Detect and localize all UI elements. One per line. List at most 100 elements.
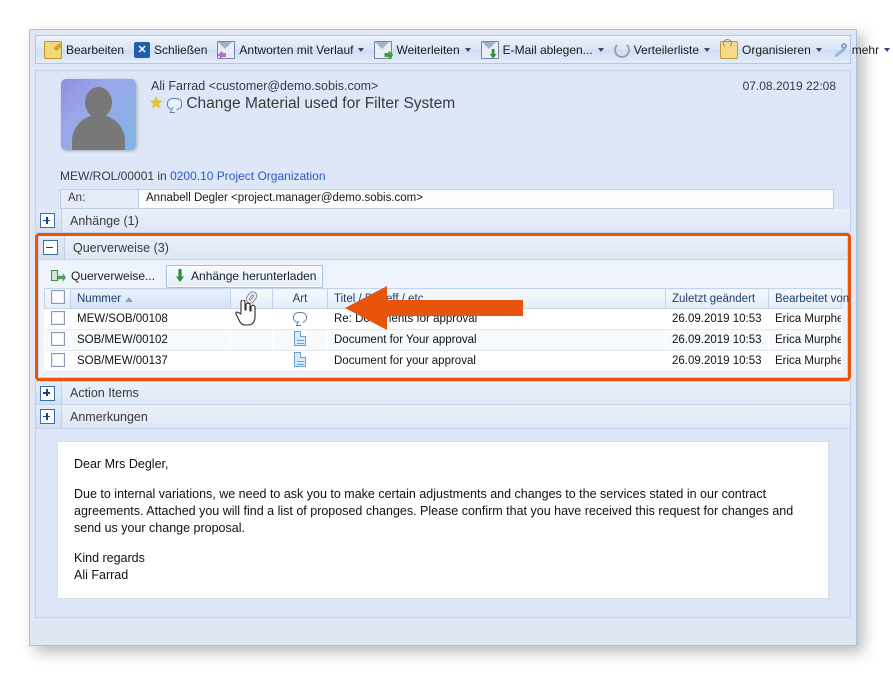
crossreferences-button[interactable]: Querverweise... (44, 265, 162, 288)
toolbar-button-bearbeiten[interactable]: Bearbeiten (39, 37, 129, 62)
crossreferences-body: Querverweise... Anhänge herunterladen (38, 260, 848, 378)
section-title: Querverweise (3) (64, 236, 847, 259)
column-header-select-all[interactable] (45, 289, 71, 309)
distribution-list-icon (614, 42, 630, 58)
section-title: Action Items (61, 382, 850, 404)
row-art-cell (273, 330, 328, 351)
row-title: Document for Your approval (328, 330, 666, 351)
recipient-label: An: (61, 190, 139, 208)
row-title: Re: Documents for approval (328, 309, 666, 330)
section-header-querverweise[interactable]: Querverweise (3) (38, 236, 848, 260)
toolbar-button-email-ablegen[interactable]: E-Mail ablegen... (476, 37, 609, 62)
crossreferences-button-label: Querverweise... (71, 269, 155, 283)
column-label: Titel / Betreff / etc. (334, 293, 427, 305)
crossreference-toolbar: Querverweise... Anhänge herunterladen (44, 264, 842, 288)
row-checkbox[interactable] (51, 311, 65, 325)
toolbar-button-weiterleiten[interactable]: Weiterleiten (369, 37, 475, 62)
table-row[interactable]: SOB/MEW/00137 Document for your approval… (45, 351, 842, 372)
row-checkbox-cell[interactable] (45, 330, 71, 351)
page-title: Change Material used for Filter System (186, 95, 455, 113)
column-label: Art (293, 293, 308, 305)
download-attachments-button[interactable]: Anhänge herunterladen (166, 265, 323, 288)
chevron-down-icon[interactable] (884, 48, 890, 52)
toolbar-button-mehr[interactable]: mehr (827, 37, 893, 62)
project-organization-link[interactable]: 0200.10 Project Organization (170, 169, 325, 183)
column-header-nummer[interactable]: Nummer (71, 289, 231, 309)
download-attachments-button-label: Anhänge herunterladen (191, 269, 316, 283)
row-checkbox[interactable] (51, 353, 65, 367)
download-arrow-icon (173, 268, 187, 284)
collapse-minus-icon[interactable] (43, 240, 58, 255)
section-header-anmerkungen[interactable]: Anmerkungen (35, 405, 851, 429)
toolbar-button-label: Weiterleiten (396, 43, 459, 57)
table-header-row: Nummer Art Titel / Betreff / etc. (45, 289, 842, 309)
section-header-anhaenge[interactable]: Anhänge (1) (35, 209, 851, 233)
file-email-icon (481, 41, 499, 59)
main-toolbar: Bearbeiten ✕ Schließen Antworten mit Ver… (35, 35, 851, 64)
document-icon (294, 331, 306, 346)
sort-ascending-icon (125, 297, 133, 302)
crossreferences-table: Nummer Art Titel / Betreff / etc. (44, 288, 842, 372)
row-editor: Erica Murphey (769, 309, 842, 330)
select-all-checkbox[interactable] (51, 290, 65, 304)
section-header-action-items[interactable]: Action Items (35, 381, 851, 405)
chevron-down-icon[interactable] (816, 48, 822, 52)
mail-body-wrapper: Dear Mrs Degler, Due to internal variati… (35, 429, 851, 618)
row-number: MEW/SOB/00108 (71, 309, 231, 330)
comment-bubble-icon (167, 98, 182, 110)
avatar (61, 79, 136, 150)
avatar-body (72, 115, 125, 150)
column-label: Nummer (77, 293, 121, 305)
column-header-attachment[interactable] (231, 289, 273, 309)
avatar-head (85, 87, 112, 118)
column-header-titel[interactable]: Titel / Betreff / etc. (328, 289, 666, 309)
reference-line: MEW/ROL/00001 in 0200.10 Project Organiz… (60, 169, 326, 183)
subject-row: ★ Change Material used for Filter System (149, 95, 455, 113)
expand-plus-icon[interactable] (40, 213, 55, 228)
toolbar-button-schliessen[interactable]: ✕ Schließen (129, 37, 212, 62)
expand-plus-icon[interactable] (40, 386, 55, 401)
row-checkbox-cell[interactable] (45, 351, 71, 372)
mail-date: 07.08.2019 22:08 (743, 79, 836, 93)
row-editor: Erica Murphey (769, 351, 842, 372)
row-checkbox-cell[interactable] (45, 309, 71, 330)
row-art-cell (273, 351, 328, 372)
toolbar-button-label: Schließen (154, 43, 207, 57)
comment-bubble-icon (293, 312, 307, 323)
document-icon (294, 352, 306, 367)
expand-plus-icon[interactable] (40, 409, 55, 424)
row-modified: 26.09.2019 10:53 (666, 330, 769, 351)
toolbar-button-antworten-mit-verlauf[interactable]: Antworten mit Verlauf (212, 37, 369, 62)
row-modified: 26.09.2019 10:53 (666, 309, 769, 330)
column-label: Bearbeitet von (775, 293, 849, 305)
row-attachment-cell (231, 309, 273, 330)
toolbar-button-verteilerliste[interactable]: Verteilerliste (609, 37, 715, 62)
row-number: SOB/MEW/00137 (71, 351, 231, 372)
row-attachment-cell (231, 351, 273, 372)
chevron-down-icon[interactable] (358, 48, 364, 52)
chevron-down-icon[interactable] (598, 48, 604, 52)
column-header-zuletzt-geaendert[interactable]: Zuletzt geändert (666, 289, 769, 309)
table-row[interactable]: MEW/SOB/00108 Re: Documents for approval… (45, 309, 842, 330)
table-row[interactable]: SOB/MEW/00102 Document for Your approval… (45, 330, 842, 351)
body-signature: Ali Farrad (74, 567, 812, 584)
recipient-value: Annabell Degler <project.manager@demo.so… (139, 190, 833, 208)
mail-header: Ali Farrad <customer@demo.sobis.com> ★ C… (35, 70, 851, 209)
wrench-icon (832, 42, 848, 58)
star-icon[interactable]: ★ (149, 96, 163, 112)
toolbar-button-organisieren[interactable]: Organisieren (715, 37, 827, 62)
chevron-down-icon[interactable] (704, 48, 710, 52)
column-header-bearbeitet-von[interactable]: Bearbeitet von (769, 289, 842, 309)
recipient-row: An: Annabell Degler <project.manager@dem… (60, 189, 834, 209)
edit-pencil-icon (44, 41, 62, 59)
chevron-down-icon[interactable] (465, 48, 471, 52)
column-header-art[interactable]: Art (273, 289, 328, 309)
row-checkbox[interactable] (51, 332, 65, 346)
section-title: Anhänge (1) (61, 209, 850, 232)
crossref-icon (51, 268, 67, 284)
forward-envelope-icon (374, 41, 392, 59)
body-paragraph: Due to internal variations, we need to a… (74, 486, 812, 537)
row-art-cell (273, 309, 328, 330)
mail-detail-window: Bearbeiten ✕ Schließen Antworten mit Ver… (29, 29, 857, 646)
reference-number: MEW/ROL/00001 (60, 169, 154, 183)
